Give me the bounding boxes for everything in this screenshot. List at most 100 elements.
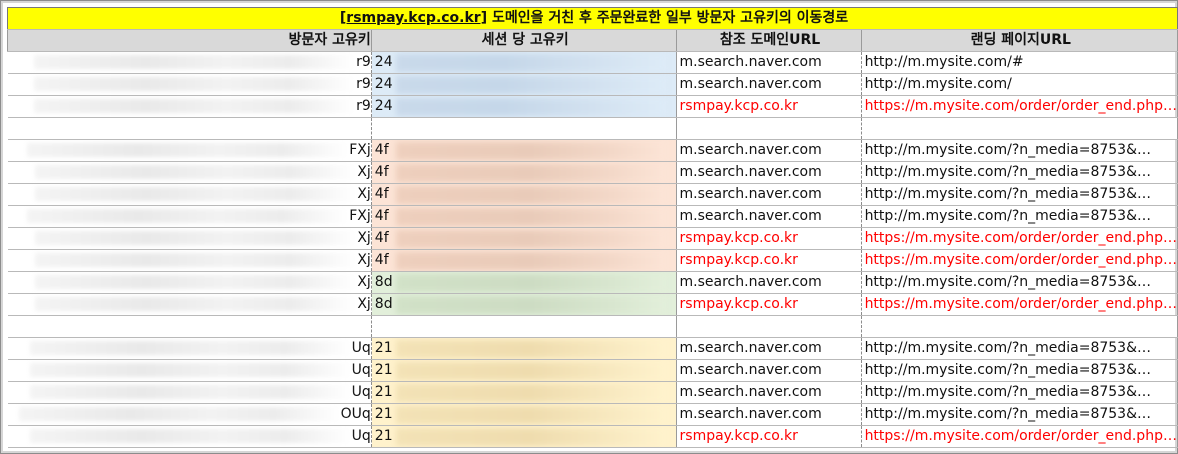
session-key-cell[interactable]: 24: [371, 95, 677, 118]
session-key-cell[interactable]: 21: [371, 359, 677, 382]
session-key-cell[interactable]: 4f: [371, 183, 677, 206]
masked-value: [395, 164, 666, 182]
empty-cell[interactable]: [7, 117, 372, 140]
session-key-cell[interactable]: 8d: [371, 293, 677, 316]
masked-value: [34, 55, 355, 69]
session-key-prefix: 21: [374, 362, 393, 378]
session-key-cell[interactable]: 24: [371, 51, 677, 74]
visitor-key-suffix: Xj: [357, 296, 371, 312]
referrer-domain-cell[interactable]: rsmpay.kcp.co.kr: [676, 425, 862, 448]
empty-cell[interactable]: [371, 117, 677, 140]
session-key-prefix: 8d: [374, 296, 393, 312]
header-referrer-domain[interactable]: 참조 도메인URL: [675, 29, 862, 52]
masked-value: [395, 252, 666, 270]
visitor-key-cell[interactable]: Uq: [7, 381, 372, 404]
referrer-domain-cell[interactable]: m.search.naver.com: [676, 51, 862, 74]
empty-cell[interactable]: [676, 315, 862, 338]
visitor-key-cell[interactable]: Xj: [7, 183, 372, 206]
empty-cell[interactable]: [676, 117, 862, 140]
landing-page-cell[interactable]: http://m.mysite.com/#: [861, 51, 1178, 74]
visitor-key-cell[interactable]: FXj: [7, 205, 372, 228]
visitor-key-suffix: r9: [356, 54, 371, 70]
masked-value: [395, 362, 666, 380]
empty-cell[interactable]: [7, 315, 372, 338]
session-key-cell[interactable]: 4f: [371, 227, 677, 250]
visitor-key-cell[interactable]: r9: [7, 51, 372, 74]
session-key-cell[interactable]: 21: [371, 381, 677, 404]
visitor-key-cell[interactable]: OUq: [7, 403, 372, 426]
referrer-domain-cell[interactable]: rsmpay.kcp.co.kr: [676, 293, 862, 316]
landing-page-cell[interactable]: http://m.mysite.com/?n_media=8753&…: [861, 183, 1178, 206]
landing-page-cell[interactable]: https://m.mysite.com/order/order_end.php…: [861, 227, 1178, 250]
referrer-domain-cell[interactable]: m.search.naver.com: [676, 359, 862, 382]
masked-value: [29, 429, 350, 443]
landing-page-cell[interactable]: https://m.mysite.com/order/order_end.php…: [861, 249, 1178, 272]
session-key-cell[interactable]: 4f: [371, 205, 677, 228]
visitor-key-suffix: r9: [356, 98, 371, 114]
visitor-key-cell[interactable]: Xj: [7, 249, 372, 272]
session-key-prefix: 4f: [374, 142, 389, 158]
referrer-domain-cell[interactable]: m.search.naver.com: [676, 403, 862, 426]
landing-page-cell[interactable]: https://m.mysite.com/order/order_end.php…: [861, 425, 1178, 448]
session-key-prefix: 24: [374, 76, 393, 92]
landing-page-cell[interactable]: https://m.mysite.com/order/order_end.php…: [861, 293, 1178, 316]
empty-cell[interactable]: [371, 315, 677, 338]
spacer-row: [7, 117, 1178, 140]
referrer-domain-cell[interactable]: m.search.naver.com: [676, 139, 862, 162]
visitor-key-cell[interactable]: r9: [7, 95, 372, 118]
landing-page-cell[interactable]: http://m.mysite.com/?n_media=8753&…: [861, 139, 1178, 162]
masked-value: [27, 209, 348, 223]
referrer-domain-cell[interactable]: m.search.naver.com: [676, 73, 862, 96]
referrer-domain-cell[interactable]: m.search.naver.com: [676, 381, 862, 404]
landing-page-cell[interactable]: http://m.mysite.com/?n_media=8753&…: [861, 359, 1178, 382]
visitor-key-cell[interactable]: Xj: [7, 271, 372, 294]
referrer-domain-cell[interactable]: rsmpay.kcp.co.kr: [676, 249, 862, 272]
landing-page-cell[interactable]: http://m.mysite.com/?n_media=8753&…: [861, 161, 1178, 184]
header-visitor-key[interactable]: 방문자 고유키: [7, 29, 372, 52]
visitor-key-cell[interactable]: Uq: [7, 425, 372, 448]
landing-page-cell[interactable]: https://m.mysite.com/order/order_end.php…: [861, 95, 1178, 118]
visitor-key-cell[interactable]: Xj: [7, 227, 372, 250]
visitor-key-cell[interactable]: Uq: [7, 359, 372, 382]
referrer-domain-cell[interactable]: m.search.naver.com: [676, 271, 862, 294]
title-text: 도메인을 거친 후 주문완료한 일부 방문자 고유키의 이동경로: [487, 10, 849, 26]
empty-cell[interactable]: [861, 117, 1178, 140]
landing-page-cell[interactable]: http://m.mysite.com/?n_media=8753&…: [861, 381, 1178, 404]
header-session-key[interactable]: 세션 당 고유키: [370, 29, 677, 52]
masked-value: [395, 186, 666, 204]
session-key-cell[interactable]: 21: [371, 403, 677, 426]
session-key-cell[interactable]: 21: [371, 425, 677, 448]
visitor-key-cell[interactable]: r9: [7, 73, 372, 96]
session-key-cell[interactable]: 8d: [371, 271, 677, 294]
session-key-cell[interactable]: 4f: [371, 139, 677, 162]
visitor-key-suffix: Xj: [357, 230, 371, 246]
referrer-domain-cell[interactable]: m.search.naver.com: [676, 183, 862, 206]
landing-page-cell[interactable]: http://m.mysite.com/?n_media=8753&…: [861, 271, 1178, 294]
visitor-key-cell[interactable]: Xj: [7, 161, 372, 184]
visitor-key-cell[interactable]: FXj: [7, 139, 372, 162]
session-key-cell[interactable]: 21: [371, 337, 677, 360]
referrer-domain-cell[interactable]: rsmpay.kcp.co.kr: [676, 227, 862, 250]
landing-page-cell[interactable]: http://m.mysite.com/?n_media=8753&…: [861, 403, 1178, 426]
visitor-key-cell[interactable]: Xj: [7, 293, 372, 316]
landing-page-cell[interactable]: http://m.mysite.com/: [861, 73, 1178, 96]
session-key-cell[interactable]: 4f: [371, 161, 677, 184]
session-key-cell[interactable]: 4f: [371, 249, 677, 272]
table-row: FXj 4f m.search.naver.com http://m.mysite.c…: [7, 139, 1178, 162]
empty-cell[interactable]: [861, 315, 1178, 338]
referrer-domain-cell[interactable]: m.search.naver.com: [676, 337, 862, 360]
masked-value: [395, 208, 666, 226]
referrer-domain-cell[interactable]: m.search.naver.com: [676, 205, 862, 228]
visitor-key-suffix: Uq: [351, 384, 371, 400]
session-key-cell[interactable]: 24: [371, 73, 677, 96]
visitor-key-suffix: Uq: [351, 428, 371, 444]
header-landing-page[interactable]: 랜딩 페이지URL: [860, 29, 1178, 52]
visitor-key-cell[interactable]: Uq: [7, 337, 372, 360]
landing-page-cell[interactable]: http://m.mysite.com/?n_media=8753&…: [861, 205, 1178, 228]
landing-page-cell[interactable]: http://m.mysite.com/?n_media=8753&…: [861, 337, 1178, 360]
masked-value: [395, 274, 666, 292]
referrer-domain-cell[interactable]: m.search.naver.com: [676, 161, 862, 184]
referrer-domain-cell[interactable]: rsmpay.kcp.co.kr: [676, 95, 862, 118]
table-row: Uq 21 m.search.naver.com http://m.mysite.co…: [7, 359, 1178, 382]
table-row: Xj 4f rsmpay.kcp.co.kr https://m.mysite.com…: [7, 227, 1178, 250]
